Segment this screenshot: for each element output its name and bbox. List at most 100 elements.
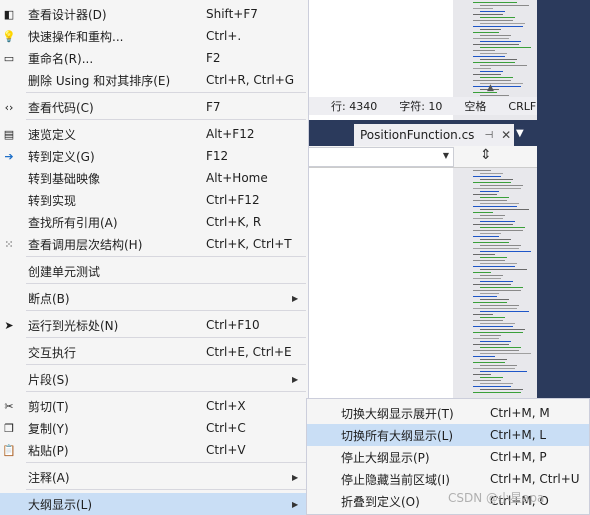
submenu-item-shortcut: Ctrl+M, L <box>490 428 547 442</box>
minimap-line <box>473 302 507 303</box>
minimap-line <box>480 95 509 96</box>
minimap-line <box>480 293 499 294</box>
minimap-line <box>480 179 513 180</box>
code-editor-area[interactable] <box>305 0 453 97</box>
submenu-item[interactable]: 停止隐藏当前区域(I) Ctrl+M, Ctrl+U <box>307 468 589 490</box>
minimap-line <box>473 296 497 297</box>
menu-item[interactable]: ➤ 运行到光标处(N) Ctrl+F10 <box>0 314 308 336</box>
minimap-line <box>473 290 521 291</box>
submenu-item[interactable]: 切换大纲显示展开(T) Ctrl+M, M <box>307 402 589 424</box>
menu-item-shortcut: Shift+F7 <box>206 7 258 21</box>
menu-item[interactable]: ✂ 剪切(T) Ctrl+X <box>0 395 308 417</box>
minimap-line <box>480 41 521 42</box>
minimap-line <box>480 341 511 342</box>
menu-item[interactable]: 交互执行 Ctrl+E, Ctrl+E <box>0 341 308 363</box>
minimap-line <box>473 350 519 351</box>
minimap-line <box>480 311 529 312</box>
close-icon[interactable]: ✕ <box>501 128 511 142</box>
minimap-line <box>480 305 519 306</box>
minimap-line <box>480 203 519 204</box>
menu-item[interactable]: 查找所有引用(A) Ctrl+K, R <box>0 211 308 233</box>
menu-item[interactable]: 大纲显示(L) ▶ <box>0 493 308 515</box>
member-dropdown[interactable]: ▼ <box>308 147 454 167</box>
menu-item[interactable]: ◧ 查看设计器(D) Shift+F7 <box>0 3 308 25</box>
submenu-item-shortcut: Ctrl+M, P <box>490 450 547 464</box>
menu-item-label: 重命名(R)... <box>28 51 94 66</box>
pin-icon[interactable]: ⊣ <box>484 130 493 141</box>
menu-item-label: 快速操作和重构... <box>28 29 124 44</box>
minimap-line <box>480 239 511 240</box>
copy-icon: ❐ <box>4 421 14 435</box>
menu-item[interactable]: 删除 Using 和对其排序(E) Ctrl+R, Ctrl+G <box>0 69 308 91</box>
minimap-line <box>473 176 501 177</box>
minimap-line <box>473 170 491 171</box>
minimap-line <box>473 68 491 69</box>
minimap-line <box>473 218 503 219</box>
minimap-line <box>473 314 493 315</box>
submenu-item[interactable]: 停止大纲显示(P) Ctrl+M, P <box>307 446 589 468</box>
minimap-line <box>480 269 527 270</box>
split-editor-icon[interactable]: ⇕ <box>480 147 492 163</box>
menu-item[interactable]: 断点(B) ▶ <box>0 287 308 309</box>
minimap[interactable] <box>453 0 537 400</box>
minimap-line <box>473 182 511 183</box>
menu-item-label: 转到基础映像 <box>28 171 101 186</box>
minimap-line <box>473 248 519 249</box>
menu-separator <box>26 337 306 338</box>
minimap-line <box>473 50 495 51</box>
minimap-line <box>480 329 525 330</box>
menu-item-label: 转到实现 <box>28 193 77 208</box>
minimap-line <box>480 299 509 300</box>
eol-indicator[interactable]: CRLF <box>508 100 536 113</box>
minimap-line <box>473 194 497 195</box>
menu-item[interactable]: 转到实现 Ctrl+F12 <box>0 189 308 211</box>
minimap-line <box>473 236 499 237</box>
menu-separator <box>26 119 306 120</box>
tab-filename: PositionFunction.cs <box>360 128 475 142</box>
menu-item-label: 大纲显示(L) <box>28 497 93 512</box>
minimap-line <box>473 2 517 3</box>
menu-item[interactable]: 创建单元测试 <box>0 260 308 282</box>
menu-item[interactable]: 片段(S) ▶ <box>0 368 308 390</box>
minimap-line <box>473 44 519 45</box>
scroll-up-arrow-icon[interactable]: ▲ <box>487 83 494 93</box>
minimap-line <box>473 338 499 339</box>
minimap-line <box>480 173 503 174</box>
menu-item-label: 片段(S) <box>28 372 69 387</box>
submenu-arrow-icon: ▶ <box>292 472 299 482</box>
minimap-line <box>473 272 491 273</box>
menu-item-label: 查看代码(C) <box>28 100 94 115</box>
submenu-item[interactable]: 切换所有大纲显示(L) Ctrl+M, L <box>307 424 589 446</box>
menu-item[interactable]: ▤ 速览定义 Alt+F12 <box>0 123 308 145</box>
menu-item[interactable]: ➔ 转到定义(G) F12 <box>0 145 308 167</box>
menu-item[interactable]: ❐ 复制(Y) Ctrl+C <box>0 417 308 439</box>
minimap-line <box>480 5 529 6</box>
menu-item-shortcut: Ctrl+R, Ctrl+G <box>206 73 295 87</box>
tab-list-dropdown-icon[interactable]: ▼ <box>516 128 524 139</box>
spaces-indicator[interactable]: 空格 <box>464 98 486 114</box>
minimap-line <box>480 233 501 234</box>
minimap-line <box>480 365 517 366</box>
menu-item[interactable]: ▭ 重命名(R)... F2 <box>0 47 308 69</box>
menu-item[interactable]: 💡 快速操作和重构... Ctrl+. <box>0 25 308 47</box>
menu-item-shortcut: Ctrl+X <box>206 399 246 413</box>
menu-separator <box>26 283 306 284</box>
document-tab[interactable]: PositionFunction.cs ⊣ ✕ <box>354 124 514 146</box>
menu-item[interactable]: ⁙ 查看调用层次结构(H) Ctrl+K, Ctrl+T <box>0 233 308 255</box>
minimap-line <box>480 59 517 60</box>
menu-item[interactable]: 📋 粘贴(P) Ctrl+V <box>0 439 308 461</box>
minimap-line <box>473 362 505 363</box>
menu-item[interactable]: 转到基础映像 Alt+Home <box>0 167 308 189</box>
menu-item[interactable]: ‹› 查看代码(C) F7 <box>0 96 308 118</box>
minimap-line <box>480 287 523 288</box>
minimap-line <box>473 56 505 57</box>
minimap-line <box>480 185 523 186</box>
menu-separator <box>26 391 306 392</box>
minimap-line <box>473 224 513 225</box>
menu-item-label: 速览定义 <box>28 127 77 142</box>
minimap-line <box>480 221 515 222</box>
minimap-line <box>473 320 503 321</box>
menu-item[interactable]: 注释(A) ▶ <box>0 466 308 488</box>
minimap-line <box>473 260 505 261</box>
minimap-line <box>473 308 517 309</box>
